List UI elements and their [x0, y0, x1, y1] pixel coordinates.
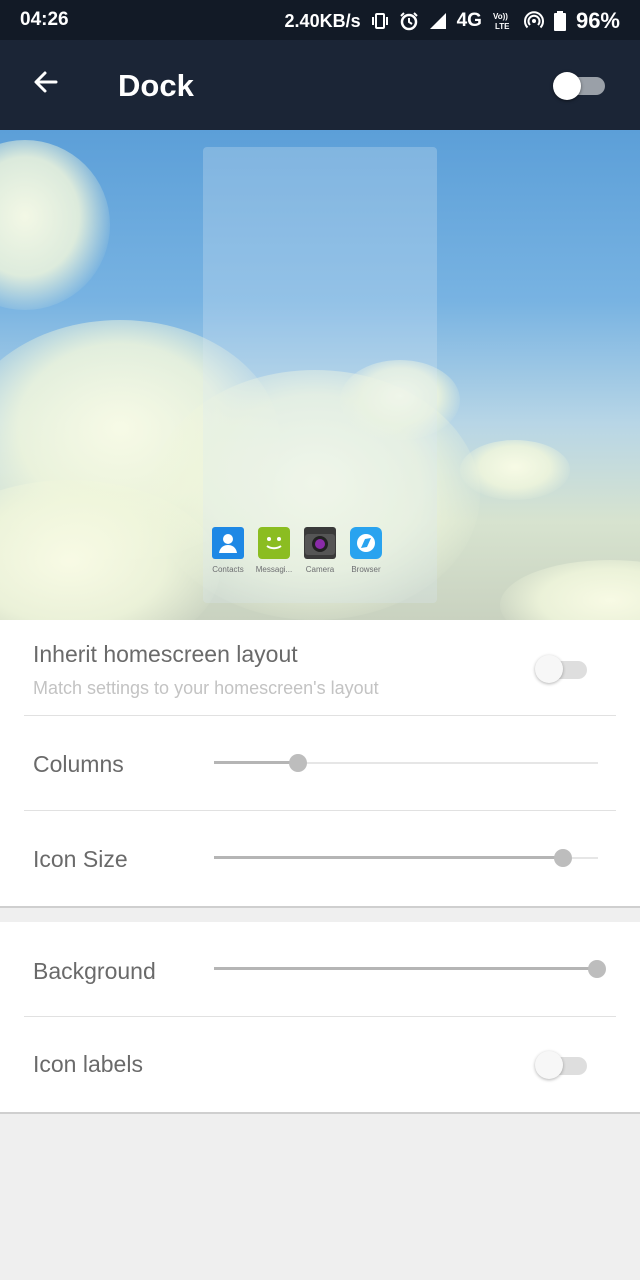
setting-label: Icon Size [33, 846, 128, 872]
setting-background: Background [24, 922, 616, 1017]
columns-slider[interactable] [214, 753, 598, 773]
setting-icon-size: Icon Size [24, 811, 616, 906]
dock-app-camera: Camera [297, 527, 343, 574]
status-bar: 04:26 2.40KB/s 4G Vo)) LTE 96% [0, 0, 640, 40]
background-slider[interactable] [214, 959, 606, 979]
icon-labels-toggle[interactable] [535, 1050, 591, 1080]
slider-thumb[interactable] [289, 754, 307, 772]
dock-app-label: Contacts [212, 565, 244, 574]
slider-thumb[interactable] [588, 960, 606, 978]
setting-columns: Columns [24, 716, 616, 811]
cloud [0, 140, 110, 310]
status-icons: 2.40KB/s 4G Vo)) LTE 96% [285, 8, 620, 34]
svg-text:LTE: LTE [495, 22, 510, 31]
dock-app-label: Browser [351, 565, 381, 574]
net-speed: 2.40KB/s [284, 10, 361, 31]
setting-title: Inherit homescreen layout [33, 641, 298, 667]
dock-app-messaging: Messagi... [251, 527, 297, 574]
dock-enable-toggle[interactable] [553, 72, 605, 100]
settings-card-layout: Inherit homescreen layout Match settings… [0, 620, 640, 908]
browser-icon [350, 527, 382, 559]
status-time: 04:26 [20, 9, 69, 30]
svg-text:Vo)): Vo)) [493, 12, 508, 21]
cloud [500, 560, 640, 620]
app-bar: Dock [0, 40, 640, 130]
inherit-layout-toggle[interactable] [535, 654, 591, 684]
battery-percent: 96% [575, 8, 620, 33]
volte-icon: Vo))LTE [493, 12, 510, 31]
arrow-back-icon[interactable] [30, 66, 62, 98]
slider-fill [214, 856, 563, 859]
setting-label: Background [33, 958, 156, 984]
page-title: Dock [118, 68, 194, 103]
slider-fill [214, 967, 598, 970]
settings-card-appearance: Background Icon labels [0, 922, 640, 1114]
toggle-thumb [535, 1051, 563, 1079]
slider-fill [214, 761, 298, 764]
network-type: 4G [456, 10, 482, 31]
toggle-thumb [553, 72, 581, 100]
dock-app-label: Camera [305, 565, 335, 574]
contacts-icon [212, 527, 244, 559]
setting-icon-labels[interactable]: Icon labels [24, 1017, 616, 1112]
setting-subtitle: Match settings to your homescreen's layo… [33, 678, 379, 698]
battery-icon [553, 11, 566, 31]
setting-label: Icon labels [33, 1051, 143, 1077]
setting-label: Columns [33, 751, 124, 777]
vibrate-icon [371, 13, 388, 29]
cloud [460, 440, 570, 500]
toggle-thumb [535, 655, 563, 683]
dock-preview: Contacts Messagi... Camera Browser [0, 130, 640, 620]
signal-icon [429, 13, 446, 29]
alarm-icon [399, 12, 418, 31]
icon-size-slider[interactable] [214, 848, 598, 868]
phone-frame: Contacts Messagi... Camera Browser [203, 147, 437, 603]
dock-app-browser: Browser [343, 527, 389, 574]
setting-inherit-layout[interactable]: Inherit homescreen layout Match settings… [24, 620, 616, 716]
camera-icon [304, 527, 336, 559]
dock-app-label: Messagi... [255, 565, 293, 574]
hotspot-icon [523, 11, 544, 29]
dock-app-contacts: Contacts [205, 527, 251, 574]
messaging-icon [258, 527, 290, 559]
slider-thumb[interactable] [554, 849, 572, 867]
